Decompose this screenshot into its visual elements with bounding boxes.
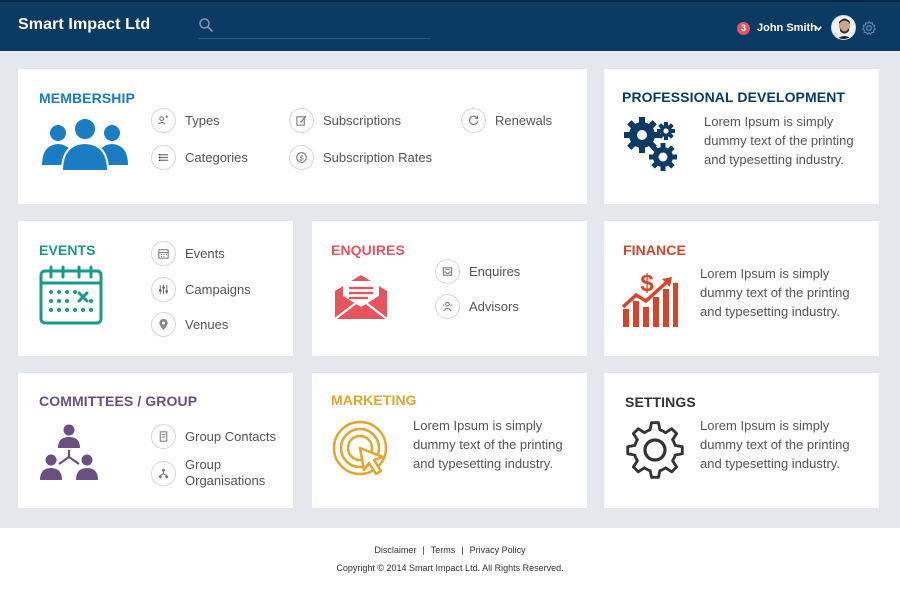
link-label: Enquires	[469, 263, 521, 279]
chevron-down-icon[interactable]	[814, 24, 823, 33]
membership-card: MEMBERSHIP Types Subscriptions Renewals …	[18, 69, 587, 204]
finance-card[interactable]: FINANCE $ Lorem Ipsum is simply dummy te…	[604, 221, 879, 356]
sliders-icon	[159, 284, 168, 295]
events-title[interactable]: EVENTS	[39, 242, 96, 258]
top-navbar: Smart Impact Ltd 3 John Smith	[0, 0, 900, 51]
refresh-icon	[468, 115, 479, 126]
hierarchy-group-icon	[40, 424, 98, 480]
membership-link-subscriptions[interactable]: Subscriptions	[289, 108, 401, 133]
enquires-link-enquires[interactable]: Enquires	[435, 259, 520, 284]
settings-gear-icon	[626, 421, 684, 479]
membership-group-icon	[42, 117, 128, 172]
calendar-icon	[39, 265, 103, 325]
committees-link-group-organisations[interactable]: Group Organisations	[151, 457, 275, 489]
membership-link-categories[interactable]: Categories	[151, 145, 248, 170]
events-link-events[interactable]: Events	[151, 241, 225, 266]
link-label: Subscription Rates	[323, 149, 433, 165]
enquires-card: ENQUIRES Enquires Advisors	[312, 221, 587, 356]
link-label: Renewals	[495, 112, 553, 128]
membership-link-subscription-rates[interactable]: $ Subscription Rates	[289, 145, 432, 170]
calendar-small-icon	[158, 249, 169, 259]
professional-development-description: Lorem Ipsum is simply dummy text of the …	[704, 114, 854, 167]
org-tree-icon	[158, 468, 169, 478]
svg-text:$: $	[299, 153, 303, 162]
link-label: Subscriptions	[323, 112, 402, 128]
privacy-policy-link[interactable]: Privacy Policy	[470, 545, 526, 555]
link-label: Venues	[185, 316, 229, 332]
terms-link[interactable]: Terms	[431, 545, 456, 555]
professional-development-title[interactable]: PROFESSIONAL DEVELOPMENT	[622, 89, 845, 105]
finance-growth-icon: $	[621, 270, 678, 327]
marketing-title[interactable]: MARKETING	[331, 392, 417, 408]
marketing-description: Lorem Ipsum is simply dummy text of the …	[413, 418, 563, 471]
advisor-icon	[442, 301, 453, 312]
search-icon[interactable]	[198, 17, 214, 33]
link-label: Campaigns	[185, 281, 251, 297]
footer-separator: |	[461, 545, 464, 555]
committees-link-group-contacts[interactable]: Group Contacts	[151, 424, 276, 449]
contact-card-icon	[159, 431, 168, 442]
user-tag-icon	[158, 115, 169, 125]
committees-card: COMMITTEES / GROUP Group Contacts Group …	[18, 373, 293, 508]
notification-badge[interactable]: 3	[737, 22, 750, 35]
events-link-venues[interactable]: Venues	[151, 312, 228, 337]
link-label: Advisors	[469, 298, 519, 314]
brand-title[interactable]: Smart Impact Ltd	[18, 16, 150, 34]
settings-gear-icon[interactable]	[861, 20, 877, 36]
copyright-text: Copyright © 2014 Smart Impact Ltd. All R…	[336, 563, 564, 573]
finance-description: Lorem Ipsum is simply dummy text of the …	[700, 266, 850, 319]
marketing-card[interactable]: MARKETING Lorem Ipsum is simply dummy te…	[312, 373, 587, 508]
enquires-title[interactable]: ENQUIRES	[331, 242, 405, 258]
settings-card[interactable]: SETTINGS Lorem Ipsum is simply dummy tex…	[604, 373, 879, 508]
edit-document-icon	[296, 115, 307, 126]
committees-title[interactable]: COMMITTEES / GROUP	[39, 393, 197, 409]
finance-title[interactable]: FINANCE	[623, 242, 686, 258]
mail-envelope-icon	[334, 275, 388, 320]
events-card: EVENTS Events Campaigns Venues	[18, 221, 293, 356]
link-label: Types	[185, 112, 220, 128]
dollar-icon: $	[296, 152, 307, 163]
search-box[interactable]	[198, 16, 430, 39]
inbox-icon	[442, 267, 453, 276]
professional-development-card[interactable]: PROFESSIONAL DEVELOPMENT Lorem Ipsum is …	[604, 69, 879, 204]
disclaimer-link[interactable]: Disclaimer	[374, 545, 416, 555]
settings-description: Lorem Ipsum is simply dummy text of the …	[700, 418, 850, 471]
membership-title[interactable]: MEMBERSHIP	[39, 90, 135, 106]
settings-title[interactable]: SETTINGS	[625, 394, 696, 410]
search-input[interactable]	[220, 16, 425, 36]
gears-icon	[624, 117, 677, 171]
footer-separator: |	[422, 545, 425, 555]
user-name[interactable]: John Smith	[757, 22, 817, 34]
link-label: Group Organisations	[185, 457, 266, 488]
membership-link-renewals[interactable]: Renewals	[461, 108, 552, 133]
footer: Disclaimer | Terms | Privacy Policy Copyrigh…	[0, 528, 900, 591]
avatar[interactable]	[831, 15, 856, 40]
link-label: Events	[185, 245, 225, 261]
link-label: Group Contacts	[185, 428, 277, 444]
enquires-link-advisors[interactable]: Advisors	[435, 294, 519, 319]
link-label: Categories	[185, 149, 248, 165]
map-pin-icon	[159, 318, 168, 331]
membership-link-types[interactable]: Types	[151, 108, 220, 133]
svg-text:$: $	[640, 270, 654, 297]
footer-links: Disclaimer | Terms | Privacy Policy	[0, 545, 900, 555]
target-cursor-icon	[332, 420, 388, 476]
events-link-campaigns[interactable]: Campaigns	[151, 277, 251, 302]
list-icon	[158, 154, 169, 161]
